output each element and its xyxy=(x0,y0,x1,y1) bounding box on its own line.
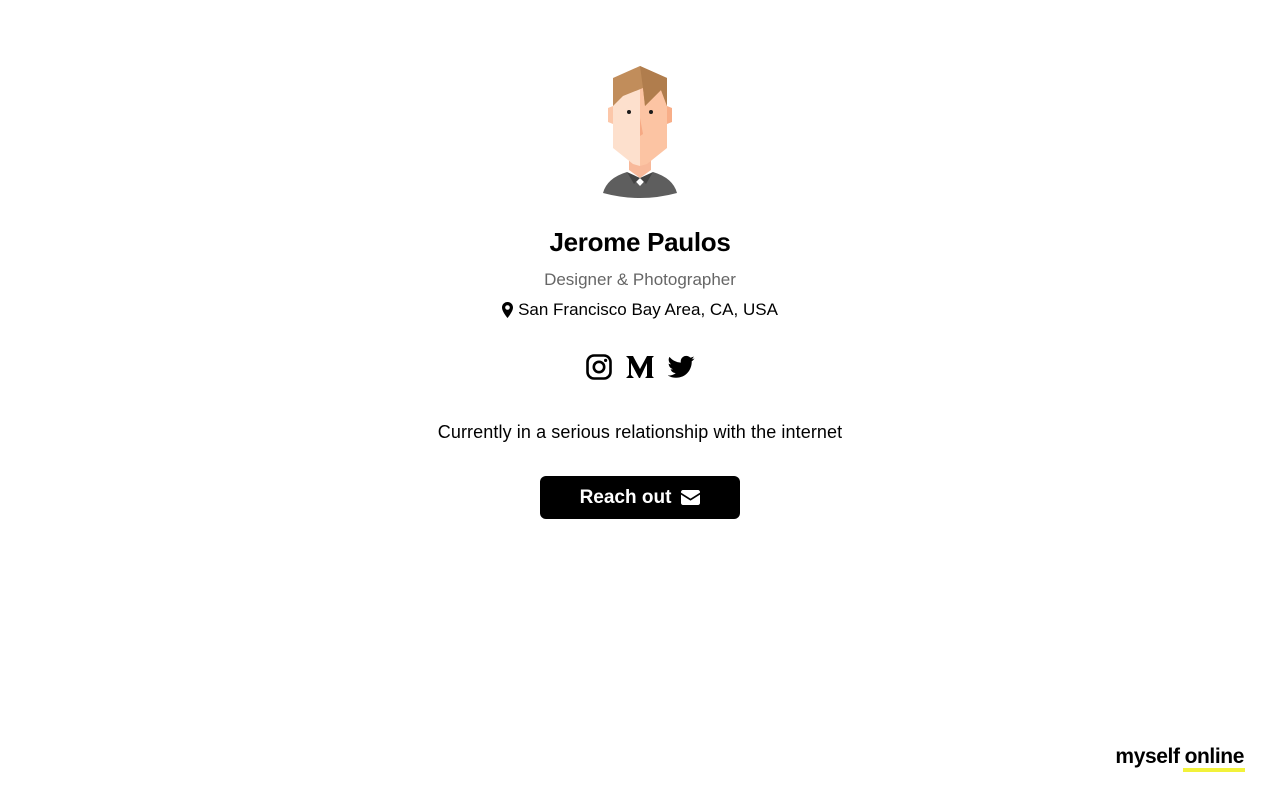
page: Jerome Paulos Designer & Photographer Sa… xyxy=(0,0,1280,800)
instagram-icon xyxy=(585,354,612,380)
profile-name: Jerome Paulos xyxy=(549,227,731,257)
medium-icon xyxy=(625,356,654,378)
medium-link[interactable] xyxy=(625,354,655,380)
envelope-icon xyxy=(681,490,701,505)
brand-underline xyxy=(1182,768,1245,772)
twitter-link[interactable] xyxy=(667,355,695,379)
bio-text: Currently in a serious relationship with… xyxy=(437,422,843,442)
reach-out-label: Reach out xyxy=(579,486,672,508)
map-pin-icon xyxy=(502,302,514,318)
reach-out-button[interactable]: Reach out xyxy=(540,476,740,519)
profile-card: Jerome Paulos Designer & Photographer Sa… xyxy=(0,0,1280,519)
location: San Francisco Bay Area, CA, USA xyxy=(502,300,778,320)
instagram-link[interactable] xyxy=(585,354,612,380)
avatar xyxy=(603,66,677,198)
social-links xyxy=(585,354,695,380)
brand-part2-wrap: online xyxy=(1182,744,1245,772)
brand-part2: online xyxy=(1184,745,1245,768)
brand-part1: myself xyxy=(1115,745,1180,768)
brand-logo[interactable]: myself online xyxy=(1115,744,1245,772)
profile-subtitle: Designer & Photographer xyxy=(544,270,736,289)
twitter-icon xyxy=(667,355,695,378)
location-text: San Francisco Bay Area, CA, USA xyxy=(518,300,778,319)
